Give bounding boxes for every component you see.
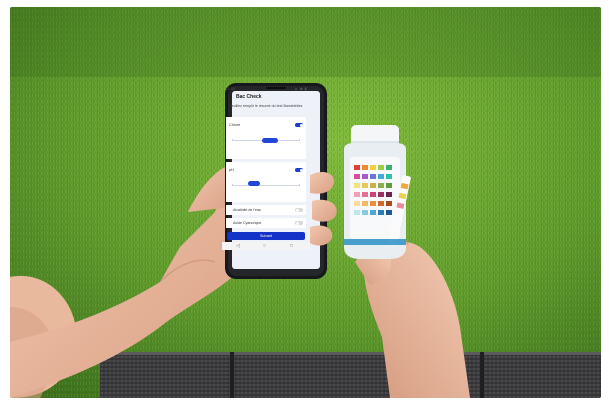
section-toggle[interactable] (295, 123, 303, 127)
android-nav-bar: ◁ ○ □ (222, 242, 310, 250)
row-toggle[interactable] (295, 221, 303, 225)
row-label: Acide Cyanurique (233, 221, 262, 225)
row-label: Alcalinité de l'eau (233, 208, 261, 212)
back-nav-icon[interactable]: ◁ (236, 243, 240, 249)
phone-screen: 12:30 ▲ ◆ ▮ ← Bac Check Veuillez remplir… (222, 84, 310, 250)
slider-track[interactable] (232, 185, 300, 186)
section-card-ph: pH (226, 162, 306, 202)
arrow-left-icon[interactable]: ← (224, 93, 232, 102)
app-title: Bac Check (236, 94, 262, 100)
section-card-chlore: Chlore (226, 117, 306, 159)
row-acide: Acide Cyanurique (226, 218, 306, 228)
section-toggle[interactable] (295, 168, 303, 172)
status-bar: 12:30 ▲ ◆ ▮ (225, 86, 307, 92)
status-time: 12:30 (225, 86, 236, 91)
status-icons: ▲ ◆ ▮ (294, 86, 307, 91)
recents-nav-icon[interactable]: □ (290, 243, 293, 249)
home-nav-icon[interactable]: ○ (263, 243, 266, 249)
photo-frame: 12:30 ▲ ◆ ▮ ← Bac Check Veuillez remplir… (0, 0, 609, 405)
next-button[interactable]: Suivant (227, 232, 305, 240)
section-label: pH (229, 168, 234, 172)
app-header: ← Bac Check (224, 93, 308, 102)
row-toggle[interactable] (295, 208, 303, 212)
slider-knob[interactable] (262, 138, 278, 143)
section-label: Chlore (229, 123, 241, 127)
slider-knob[interactable] (248, 181, 260, 186)
app-subtitle: Veuillez remplir le résumé du test Bande… (229, 104, 303, 108)
row-alcalinite: Alcalinité de l'eau (226, 205, 306, 215)
photograph: 12:30 ▲ ◆ ▮ ← Bac Check Veuillez remplir… (10, 7, 601, 398)
